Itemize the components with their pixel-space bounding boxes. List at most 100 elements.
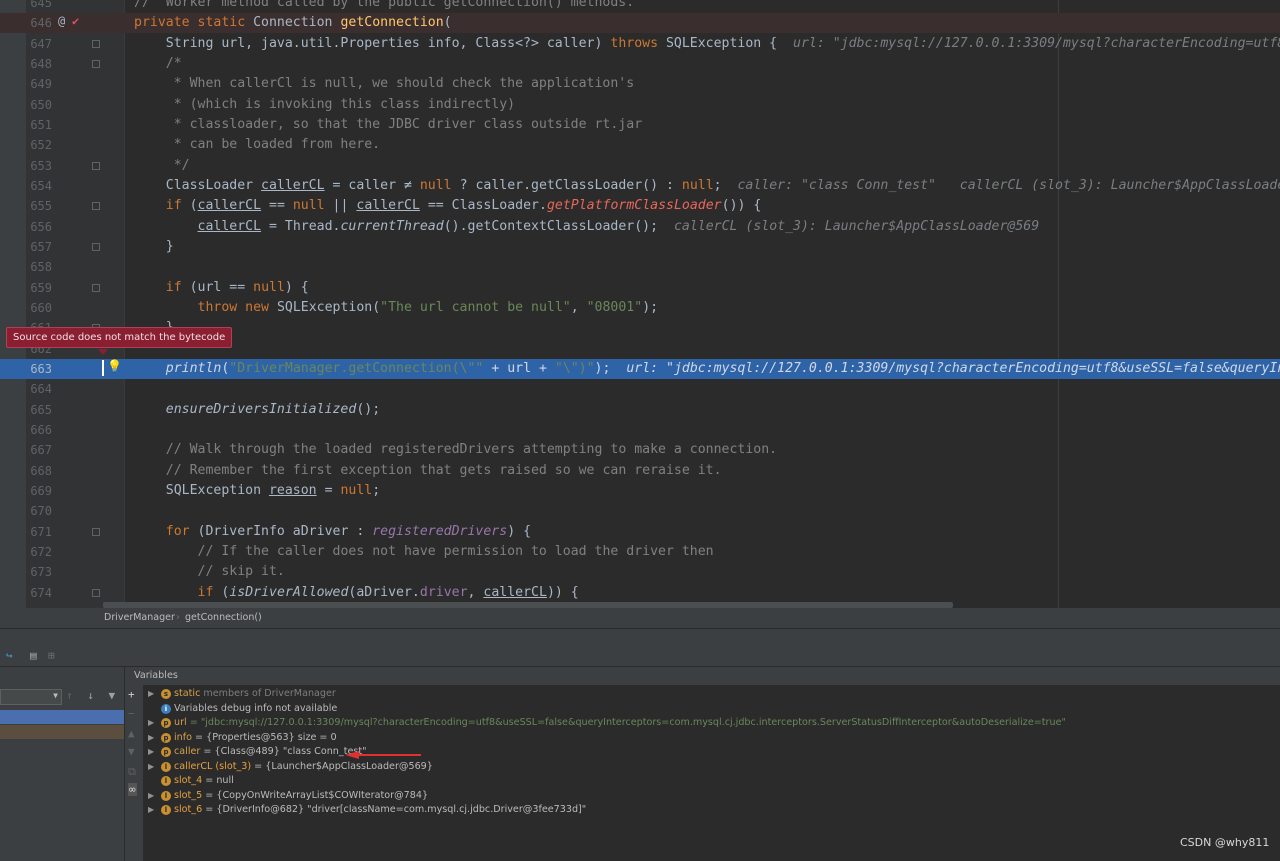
code-text[interactable]: // Walk through the loaded registeredDri… [134, 440, 777, 460]
line-number[interactable]: 659 [26, 278, 52, 298]
code-text[interactable]: } [134, 237, 174, 257]
code-text[interactable]: SQLException reason = null; [134, 481, 380, 501]
fold-icon[interactable] [92, 527, 100, 536]
fold-icon[interactable] [92, 242, 100, 251]
expand-arrow-icon[interactable]: ▶ [148, 687, 154, 701]
breadcrumb-method[interactable]: getConnection() [185, 608, 262, 628]
code-line-646[interactable]: 646 private static Connection getConnecti… [0, 13, 1280, 34]
thread-selector[interactable]: ▼ [0, 689, 62, 705]
code-text[interactable]: for (DriverInfo aDriver : registeredDriv… [134, 522, 531, 542]
line-number[interactable]: 664 [26, 379, 52, 399]
line-number[interactable]: 654 [26, 176, 52, 196]
code-line-654[interactable]: 654 ClassLoader callerCL = caller ≠ null… [0, 176, 1280, 196]
code-text[interactable]: // Worker method called by the public ge… [134, 0, 634, 13]
line-number[interactable]: 667 [26, 440, 52, 460]
code-line-663[interactable]: 663 println("DriverManager.getConnection… [0, 358, 1280, 379]
line-number[interactable]: 669 [26, 481, 52, 501]
code-text[interactable]: * classloader, so that the JDBC driver c… [134, 115, 642, 135]
line-number[interactable]: 646 [26, 13, 52, 33]
code-line-670[interactable]: 670 [0, 501, 1280, 521]
line-number[interactable]: 674 [26, 583, 52, 603]
line-number[interactable]: 658 [26, 257, 52, 277]
code-line-665[interactable]: 665 ensureDriversInitialized(); [0, 400, 1280, 420]
code-text[interactable]: // skip it. [134, 562, 285, 582]
code-line-645[interactable]: 645 // Worker method called by the public… [0, 0, 1280, 13]
code-line-664[interactable]: 664 [0, 379, 1280, 399]
down-arrow-icon[interactable]: ↓ [87, 689, 94, 702]
code-line-647[interactable]: 647 String url, java.util.Properties inf… [0, 34, 1280, 54]
remove-icon[interactable]: − [128, 707, 135, 720]
code-text[interactable]: throw new SQLException("The url cannot b… [134, 298, 659, 318]
code-line-668[interactable]: 668 // Remember the first exception that… [0, 461, 1280, 481]
code-text[interactable]: private static Connection getConnection( [134, 13, 452, 33]
lightbulb-icon[interactable]: 💡 [107, 359, 122, 373]
frames-panel[interactable]: ▼ ↑ ↓ ▼ [0, 667, 125, 861]
expand-arrow-icon[interactable]: ▶ [148, 731, 154, 745]
fold-icon[interactable] [92, 161, 100, 170]
line-number[interactable]: 665 [26, 400, 52, 420]
line-number[interactable]: 653 [26, 156, 52, 176]
line-number[interactable]: 666 [26, 420, 52, 440]
line-number[interactable]: 656 [26, 217, 52, 237]
fold-icon[interactable] [92, 39, 100, 48]
code-text[interactable]: * can be loaded from here. [134, 135, 380, 155]
code-line-651[interactable]: 651 * classloader, so that the JDBC driv… [0, 115, 1280, 135]
code-line-666[interactable]: 666 [0, 420, 1280, 440]
code-line-657[interactable]: 657 } [0, 237, 1280, 257]
add-watch-icon[interactable]: + [128, 688, 135, 701]
code-text[interactable]: /* [134, 54, 182, 74]
line-number[interactable]: 650 [26, 95, 52, 115]
line-number[interactable]: 657 [26, 237, 52, 257]
code-line-653[interactable]: 653 */ [0, 156, 1280, 176]
code-text[interactable]: if (isDriverAllowed(aDriver.driver, call… [134, 583, 579, 603]
code-text[interactable]: */ [134, 156, 190, 176]
line-number[interactable]: 673 [26, 562, 52, 582]
breadcrumb-class[interactable]: DriverManager [104, 608, 175, 628]
code-line-658[interactable]: 658 [0, 257, 1280, 277]
line-number[interactable]: 649 [26, 74, 52, 94]
code-text[interactable]: String url, java.util.Properties info, C… [134, 34, 1280, 54]
code-editor[interactable]: 645 // Worker method called by the public… [0, 0, 1280, 608]
fold-icon[interactable] [92, 202, 100, 211]
line-number[interactable]: 672 [26, 542, 52, 562]
code-line-648[interactable]: 648 /* [0, 54, 1280, 74]
code-line-659[interactable]: 659 if (url == null) { [0, 278, 1280, 298]
code-line-674[interactable]: 674 if (isDriverAllowed(aDriver.driver, … [0, 583, 1280, 603]
expand-arrow-icon[interactable]: ▶ [148, 803, 154, 817]
code-text[interactable]: * When callerCl is null, we should check… [134, 74, 635, 94]
code-line-667[interactable]: 667 // Walk through the loaded registere… [0, 440, 1280, 460]
fold-icon[interactable] [92, 588, 100, 597]
line-number[interactable]: 648 [26, 54, 52, 74]
override-at-icon[interactable]: @ [58, 14, 65, 28]
code-line-650[interactable]: 650 * (which is invoking this class indi… [0, 95, 1280, 115]
code-text[interactable]: // Remember the first exception that get… [134, 461, 722, 481]
line-number[interactable]: 655 [26, 196, 52, 216]
code-text[interactable]: println("DriverManager.getConnection(\""… [134, 359, 1280, 379]
line-number[interactable]: 645 [26, 0, 52, 13]
step-icon[interactable]: ↪ [6, 649, 13, 662]
copy-icon[interactable]: ⧉ [128, 765, 136, 779]
code-line-660[interactable]: 660 throw new SQLException("The url cann… [0, 298, 1280, 318]
expand-arrow-icon[interactable]: ▶ [148, 789, 154, 803]
line-number[interactable]: 670 [26, 501, 52, 521]
line-number[interactable]: 652 [26, 135, 52, 155]
code-line-656[interactable]: 656 callerCL = Thread.currentThread().ge… [0, 217, 1280, 237]
grid-icon[interactable]: ⊞ [48, 649, 55, 662]
line-number[interactable]: 668 [26, 461, 52, 481]
code-text[interactable]: ensureDriversInitialized(); [134, 400, 380, 420]
glasses-icon[interactable]: ∞ [128, 783, 137, 796]
code-text[interactable]: if (url == null) { [134, 278, 309, 298]
line-number[interactable]: 647 [26, 34, 52, 54]
variables-panel[interactable]: Variables ▶ s static members of DriverMana… [134, 667, 1280, 861]
expand-arrow-icon[interactable]: ▶ [148, 716, 154, 730]
code-text[interactable]: if (callerCL == null || callerCL == Clas… [134, 196, 762, 216]
filter-icon[interactable]: ▼ [109, 689, 116, 702]
code-text[interactable]: // If the caller does not have permissio… [134, 542, 714, 562]
frame-item-active[interactable] [0, 710, 124, 724]
code-text[interactable]: ClassLoader callerCL = caller ≠ null ? c… [134, 176, 1280, 196]
expand-arrow-icon[interactable]: ▶ [148, 745, 154, 759]
method-breakpoint-icon[interactable]: ✔ [72, 14, 79, 28]
down-icon[interactable]: ▼ [128, 745, 135, 758]
code-line-649[interactable]: 649 * When callerCl is null, we should c… [0, 74, 1280, 94]
code-line-671[interactable]: 671 for (DriverInfo aDriver : registered… [0, 522, 1280, 542]
